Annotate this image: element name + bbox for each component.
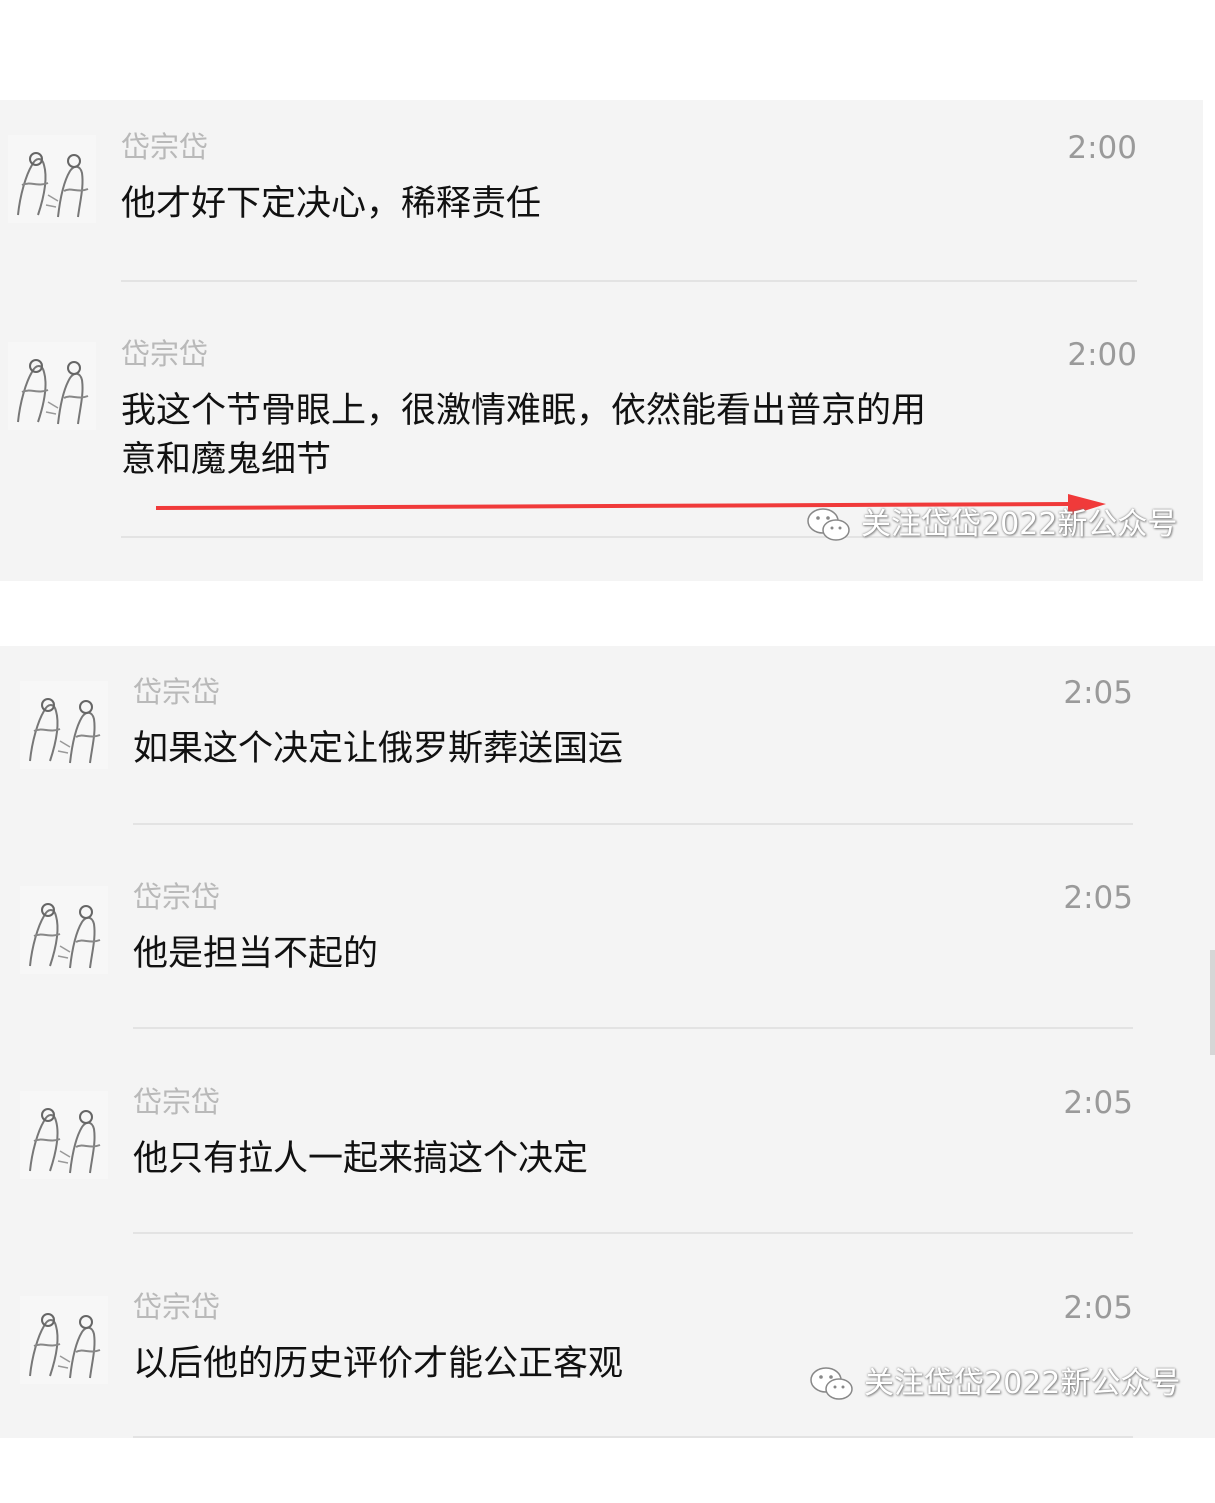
message-text: 以后他的历史评价才能公正客观 xyxy=(133,1344,624,1384)
message-item[interactable]: 岱宗岱 2:05 他只有拉人一起来搞这个决定 xyxy=(0,1056,1215,1236)
message-time: 2:00 xyxy=(1067,130,1137,166)
message-divider xyxy=(133,1232,1133,1234)
sketch-figures-avatar-icon xyxy=(20,1296,108,1384)
sender-name: 岱宗岱 xyxy=(133,880,221,914)
avatar[interactable] xyxy=(8,135,96,223)
avatar[interactable] xyxy=(8,342,96,430)
chat-panel-top: 岱宗岱 2:00 他才好下定决心，稀释责任 岱宗岱 2:00 我这个节骨眼上，很… xyxy=(0,100,1203,581)
avatar[interactable] xyxy=(20,886,108,974)
message-item[interactable]: 岱宗岱 2:00 他才好下定决心，稀释责任 xyxy=(0,100,1203,290)
sender-name: 岱宗岱 xyxy=(133,1290,221,1324)
message-time: 2:05 xyxy=(1063,1085,1133,1121)
scrollbar-thumb[interactable] xyxy=(1210,950,1215,1055)
chat-panel-bottom: 岱宗岱 2:05 如果这个决定让俄罗斯葬送国运 岱宗岱 2:05 他是担当不起的 xyxy=(0,646,1215,1438)
sketch-figures-avatar-icon xyxy=(20,681,108,769)
wechat-icon xyxy=(807,508,850,541)
sender-name: 岱宗岱 xyxy=(133,675,221,709)
message-divider xyxy=(121,280,1137,282)
sender-name: 岱宗岱 xyxy=(133,1085,221,1119)
wechat-icon xyxy=(810,1367,853,1400)
message-time: 2:05 xyxy=(1063,1290,1133,1326)
message-item[interactable]: 岱宗岱 2:05 以后他的历史评价才能公正客观 xyxy=(0,1261,1215,1438)
watermark: 关注岱岱2022新公众号 xyxy=(808,1364,1180,1404)
sender-name: 岱宗岱 xyxy=(121,337,209,371)
message-item[interactable]: 岱宗岱 2:05 如果这个决定让俄罗斯葬送国运 xyxy=(0,646,1215,826)
message-item[interactable]: 岱宗岱 2:05 他是担当不起的 xyxy=(0,851,1215,1031)
message-text-line2: 意和魔鬼细节 xyxy=(121,440,332,480)
watermark: 关注岱岱2022新公众号 xyxy=(805,505,1177,545)
sketch-figures-avatar-icon xyxy=(8,135,96,223)
sketch-figures-avatar-icon xyxy=(20,886,108,974)
message-text: 如果这个决定让俄罗斯葬送国运 xyxy=(133,729,624,769)
message-text: 他只有拉人一起来搞这个决定 xyxy=(133,1139,589,1179)
message-time: 2:00 xyxy=(1067,337,1137,373)
message-text-line1: 我这个节骨眼上，很激情难眠，依然能看出普京的用 xyxy=(121,391,927,431)
message-divider xyxy=(133,823,1133,825)
watermark-text: 关注岱岱2022新公众号 xyxy=(861,507,1178,542)
avatar[interactable] xyxy=(20,1296,108,1384)
message-divider xyxy=(133,1436,1133,1438)
message-divider xyxy=(133,1027,1133,1029)
message-text: 他才好下定决心，稀释责任 xyxy=(121,184,542,224)
watermark-text: 关注岱岱2022新公众号 xyxy=(864,1366,1181,1401)
message-time: 2:05 xyxy=(1063,675,1133,711)
sketch-figures-avatar-icon xyxy=(8,342,96,430)
message-time: 2:05 xyxy=(1063,880,1133,916)
sketch-figures-avatar-icon xyxy=(20,1091,108,1179)
avatar[interactable] xyxy=(20,681,108,769)
sender-name: 岱宗岱 xyxy=(121,130,209,164)
message-text: 他是担当不起的 xyxy=(133,934,379,974)
avatar[interactable] xyxy=(20,1091,108,1179)
